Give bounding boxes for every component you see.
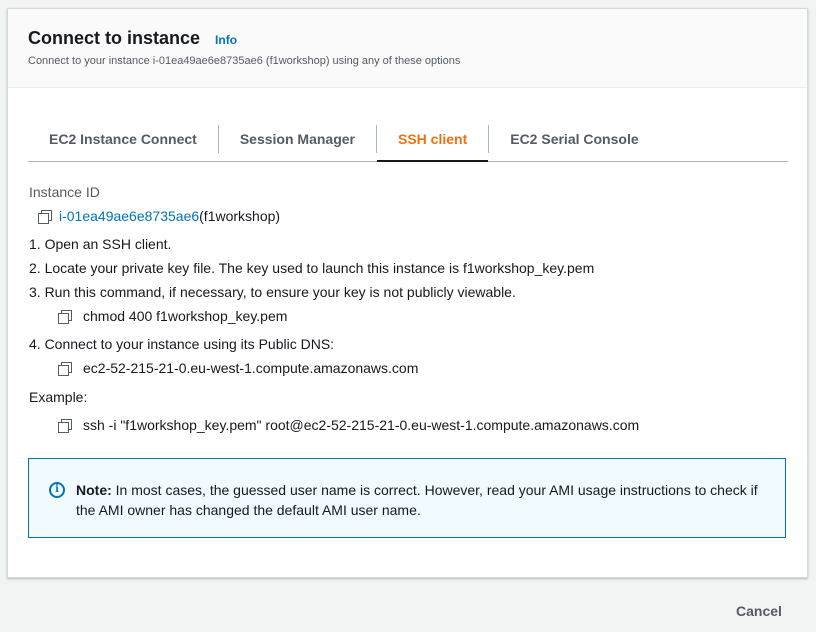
public-dns: ec2-52-215-21-0.eu-west-1.compute.amazon…: [83, 360, 419, 376]
tab-session-manager[interactable]: Session Manager: [219, 117, 376, 161]
copy-icon[interactable]: [38, 209, 52, 224]
copy-icon[interactable]: [58, 361, 72, 376]
instance-id-row: i-01ea49ae6e8735ae6 (f1workshop): [29, 208, 789, 224]
instance-name: (f1workshop): [199, 208, 281, 224]
tab-ec2-instance-connect[interactable]: EC2 Instance Connect: [28, 117, 218, 161]
copy-icon[interactable]: [58, 309, 72, 324]
tab-ec2-serial-console[interactable]: EC2 Serial Console: [489, 117, 659, 161]
info-icon: i: [49, 482, 65, 498]
example-command-row: ssh -i "f1workshop_key.pem" root@ec2-52-…: [29, 417, 789, 433]
info-link[interactable]: Info: [215, 33, 237, 47]
note-text: In most cases, the guessed user name is …: [76, 482, 758, 518]
example-command: ssh -i "f1workshop_key.pem" root@ec2-52-…: [83, 417, 640, 433]
instance-id-label: Instance ID: [29, 184, 100, 200]
ssh-client-content: Instance ID i-01ea49ae6e8735ae6 (f1works…: [29, 184, 789, 433]
note-alert: i Note: In most cases, the guessed user …: [28, 458, 786, 538]
instance-id-link[interactable]: i-01ea49ae6e8735ae6: [59, 208, 199, 224]
chmod-command: chmod 400 f1workshop_key.pem: [83, 308, 288, 324]
chmod-row: chmod 400 f1workshop_key.pem: [29, 308, 789, 324]
copy-icon[interactable]: [58, 418, 72, 433]
step-3: 3. Run this command, if necessary, to en…: [29, 284, 516, 300]
note-title: Note:: [76, 482, 112, 498]
step-2: 2. Locate your private key file. The key…: [29, 260, 595, 276]
tab-ssh-client[interactable]: SSH client: [376, 117, 489, 162]
step-4: 4. Connect to your instance using its Pu…: [29, 336, 335, 352]
step-1: 1. Open an SSH client.: [29, 236, 172, 252]
example-label: Example:: [29, 389, 88, 405]
page-subtitle: Connect to your instance i-01ea49ae6e873…: [28, 55, 461, 67]
connect-panel: Connect to instance Info Connect to your…: [7, 8, 808, 578]
public-dns-row: ec2-52-215-21-0.eu-west-1.compute.amazon…: [29, 360, 789, 376]
note-body: Note: In most cases, the guessed user na…: [76, 480, 765, 537]
page-title: Connect to instance: [28, 28, 201, 48]
title-row: Connect to instance Info: [28, 28, 787, 49]
panel-header: Connect to instance Info Connect to your…: [8, 9, 807, 88]
connection-tabs: EC2 Instance Connect Session Manager SSH…: [28, 117, 788, 162]
cancel-button[interactable]: Cancel: [736, 603, 782, 619]
